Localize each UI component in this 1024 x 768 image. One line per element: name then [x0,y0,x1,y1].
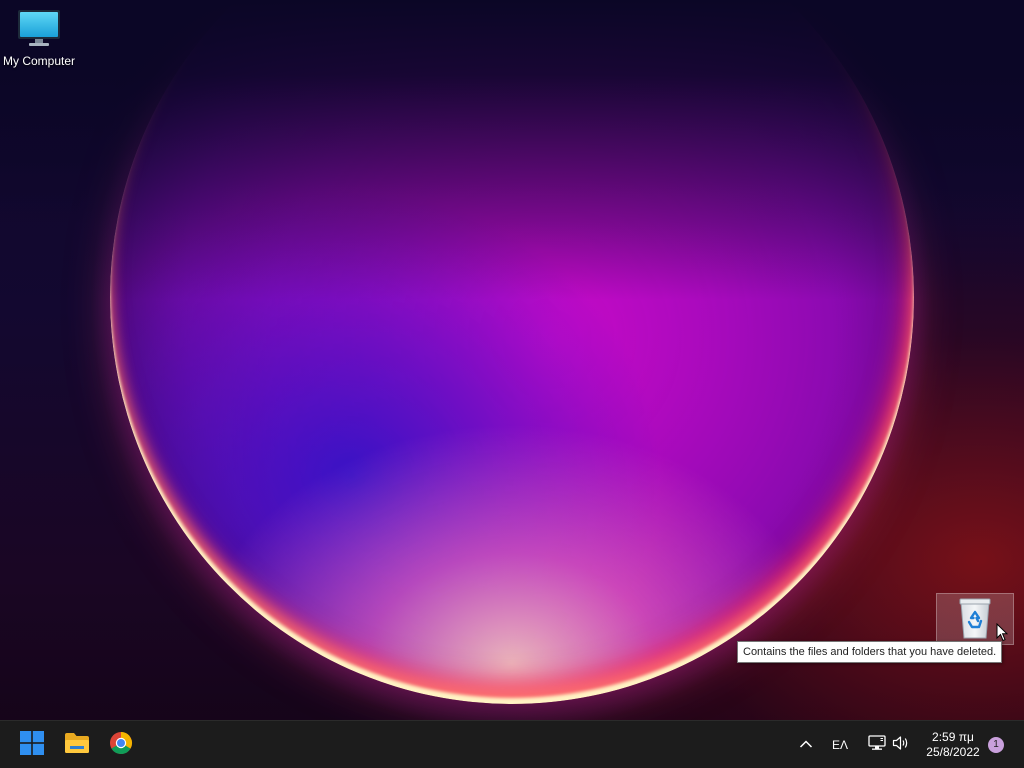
clock-time: 2:59 πμ [932,730,974,744]
desktop-icon-my-computer[interactable]: My Computer [0,8,78,68]
notification-count-badge: 1 [988,737,1004,753]
recycle-bin-icon [957,596,993,643]
show-hidden-icons-button[interactable] [794,721,818,768]
chrome-icon [109,731,133,760]
windows-logo-icon [20,730,44,760]
network-button[interactable] [866,721,888,768]
clock-button[interactable]: 2:59 πμ 25/8/2022 [918,721,988,768]
tooltip: Contains the files and folders that you … [737,641,1003,663]
notifications-button[interactable]: 1 [986,721,1006,768]
chevron-up-icon [799,736,813,754]
computer-icon [17,8,61,51]
folder-icon [64,732,90,759]
language-indicator: ΕΛ [831,738,849,752]
network-icon [868,734,886,756]
speaker-icon [892,735,910,756]
mouse-cursor-icon [996,622,1009,647]
volume-button[interactable] [890,721,912,768]
input-language-button[interactable]: ΕΛ [826,721,854,768]
desktop-icon-label: My Computer [2,54,76,68]
wallpaper-orb [110,0,914,704]
file-explorer-button[interactable] [57,725,97,765]
desktop[interactable]: My Computer Contains the files and folde… [0,0,1024,768]
chrome-button[interactable] [101,725,141,765]
clock-date: 25/8/2022 [926,745,980,759]
start-button[interactable] [12,725,52,765]
taskbar: ΕΛ 2:59 πμ 25/8/2022 1 [0,720,1024,768]
